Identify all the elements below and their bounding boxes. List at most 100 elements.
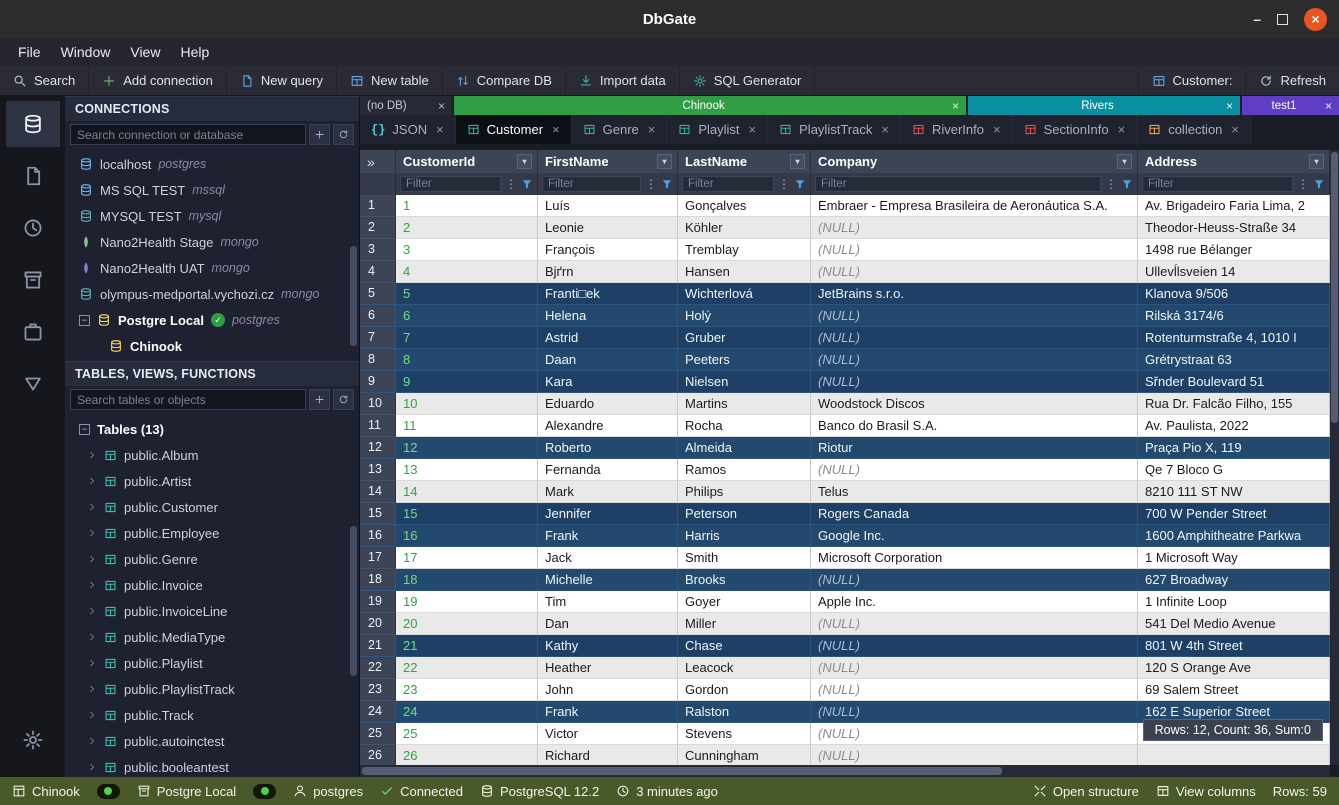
cell-firstname[interactable]: François (538, 239, 678, 261)
row-number[interactable]: 6 (360, 305, 396, 327)
cell-address[interactable]: Rua Dr. Falcão Filho, 155 (1138, 393, 1330, 415)
row-number[interactable]: 3 (360, 239, 396, 261)
cell-firstname[interactable]: Fernanda (538, 459, 678, 481)
cell-lastname[interactable]: Miller (678, 613, 811, 635)
cell-address[interactable] (1138, 745, 1330, 767)
cell-address[interactable]: 1 Microsoft Way (1138, 547, 1330, 569)
toolbar-compare-db[interactable]: Compare DB (443, 66, 566, 95)
table-row[interactable]: 66HelenaHolý(NULL)Rilská 3174/6 (360, 305, 1330, 327)
column-header-firstname[interactable]: FirstName▾ (538, 150, 678, 173)
tab-playlist[interactable]: Playlist× (667, 115, 768, 144)
cell-customerid[interactable]: 22 (396, 657, 538, 679)
connection-item-mysql-test[interactable]: MYSQL TESTmysql (65, 203, 359, 229)
tab-close-icon[interactable]: × (436, 122, 444, 137)
row-number[interactable]: 25 (360, 723, 396, 745)
row-number[interactable]: 26 (360, 745, 396, 767)
cell-company[interactable]: JetBrains s.r.o. (811, 283, 1138, 305)
cell-firstname[interactable]: Michelle (538, 569, 678, 591)
status-postgre-local[interactable]: Postgre Local (137, 784, 237, 799)
cell-company[interactable]: (NULL) (811, 679, 1138, 701)
cell-lastname[interactable]: Leacock (678, 657, 811, 679)
cell-customerid[interactable]: 4 (396, 261, 538, 283)
row-number[interactable]: 9 (360, 371, 396, 393)
sidebar-icon-archive[interactable] (6, 257, 60, 303)
tab-close-icon[interactable]: × (648, 122, 656, 137)
table-row[interactable]: 1414MarkPhilipsTelus8210 111 ST NW (360, 481, 1330, 503)
sidebar-icon-database[interactable] (6, 101, 60, 147)
column-header-address[interactable]: Address▾ (1138, 150, 1330, 173)
cell-address[interactable]: Theodor-Heuss-Straße 34 (1138, 217, 1330, 239)
filter-menu-icon[interactable]: ⋮ (1104, 177, 1118, 191)
cell-lastname[interactable]: Almeida (678, 437, 811, 459)
cell-lastname[interactable]: Gruber (678, 327, 811, 349)
cell-lastname[interactable]: Smith (678, 547, 811, 569)
filter-input-firstname[interactable] (542, 176, 641, 192)
cell-customerid[interactable]: 2 (396, 217, 538, 239)
column-dropdown-icon[interactable]: ▾ (657, 154, 672, 169)
column-header-customerid[interactable]: CustomerId▾ (396, 150, 538, 173)
tab-close-icon[interactable]: × (993, 122, 1001, 137)
row-number[interactable]: 4 (360, 261, 396, 283)
toolbar-refresh[interactable]: Refresh (1245, 66, 1339, 95)
cell-lastname[interactable]: Gordon (678, 679, 811, 701)
table-item-public-mediatype[interactable]: public.MediaType (65, 624, 359, 650)
cell-customerid[interactable]: 24 (396, 701, 538, 723)
sidebar-icon-filter[interactable] (6, 361, 60, 407)
connection-item-chinook[interactable]: Chinook (65, 333, 359, 359)
cell-firstname[interactable]: Dan (538, 613, 678, 635)
connection-item-postgre-local[interactable]: −Postgre Local✓postgres (65, 307, 359, 333)
close-icon[interactable]: × (952, 99, 959, 113)
cell-address[interactable]: 627 Broadway (1138, 569, 1330, 591)
cell-customerid[interactable]: 8 (396, 349, 538, 371)
cell-customerid[interactable]: 11 (396, 415, 538, 437)
cell-lastname[interactable]: Chase (678, 635, 811, 657)
row-number[interactable]: 16 (360, 525, 396, 547)
table-row[interactable]: 1515JenniferPetersonRogers Canada700 W P… (360, 503, 1330, 525)
cell-company[interactable]: (NULL) (811, 657, 1138, 679)
horizontal-scroll-thumb[interactable] (362, 767, 1002, 775)
row-number[interactable]: 15 (360, 503, 396, 525)
cell-lastname[interactable]: Hansen (678, 261, 811, 283)
grid-corner-button[interactable]: » (360, 150, 396, 173)
connection-item-olympus-medportal-vychozi-cz[interactable]: olympus-medportal.vychozi.czmongo (65, 281, 359, 307)
table-item-public-playlist[interactable]: public.Playlist (65, 650, 359, 676)
tab-close-icon[interactable]: × (552, 122, 560, 137)
cell-customerid[interactable]: 10 (396, 393, 538, 415)
cell-customerid[interactable]: 5 (396, 283, 538, 305)
cell-firstname[interactable]: Franti□ek (538, 283, 678, 305)
cell-firstname[interactable]: Helena (538, 305, 678, 327)
table-item-public-invoiceline[interactable]: public.InvoiceLine (65, 598, 359, 624)
grid-horizontal-scrollbar[interactable] (360, 765, 1330, 777)
cell-company[interactable]: Rogers Canada (811, 503, 1138, 525)
row-number[interactable]: 17 (360, 547, 396, 569)
table-row[interactable]: 44BjґrnHansen(NULL)Ullevĺlsveien 14 (360, 261, 1330, 283)
tables-search-input[interactable] (70, 389, 306, 410)
close-icon[interactable]: × (1325, 99, 1332, 113)
cell-address[interactable]: 541 Del Medio Avenue (1138, 613, 1330, 635)
add-table-mini-button[interactable] (309, 389, 330, 410)
add-connection-mini-button[interactable] (309, 124, 330, 145)
cell-firstname[interactable]: Daan (538, 349, 678, 371)
row-number[interactable]: 11 (360, 415, 396, 437)
toolbar-new-query[interactable]: New query (227, 66, 337, 95)
menu-help[interactable]: Help (170, 41, 219, 63)
cell-company[interactable]: Banco do Brasil S.A. (811, 415, 1138, 437)
toolbar-new-table[interactable]: New table (337, 66, 443, 95)
grid-vertical-scrollbar[interactable] (1330, 150, 1339, 765)
table-row[interactable]: 1212RobertoAlmeidaRioturPraça Pio X, 119 (360, 437, 1330, 459)
cell-company[interactable]: Woodstock Discos (811, 393, 1138, 415)
cell-address[interactable]: Sřnder Boulevard 51 (1138, 371, 1330, 393)
cell-lastname[interactable]: Peeters (678, 349, 811, 371)
cell-address[interactable]: Rilská 3174/6 (1138, 305, 1330, 327)
cell-lastname[interactable]: Peterson (678, 503, 811, 525)
minimize-button[interactable]: – (1253, 12, 1261, 26)
toolbar-customer[interactable]: Customer: (1138, 66, 1246, 95)
cell-firstname[interactable]: John (538, 679, 678, 701)
cell-firstname[interactable]: Bjґrn (538, 261, 678, 283)
cell-customerid[interactable]: 25 (396, 723, 538, 745)
tables-group[interactable]: − Tables (13) (65, 416, 359, 442)
cell-address[interactable]: 8210 111 ST NW (1138, 481, 1330, 503)
status-connected[interactable]: Connected (380, 784, 463, 799)
row-number[interactable]: 12 (360, 437, 396, 459)
cell-lastname[interactable]: Stevens (678, 723, 811, 745)
